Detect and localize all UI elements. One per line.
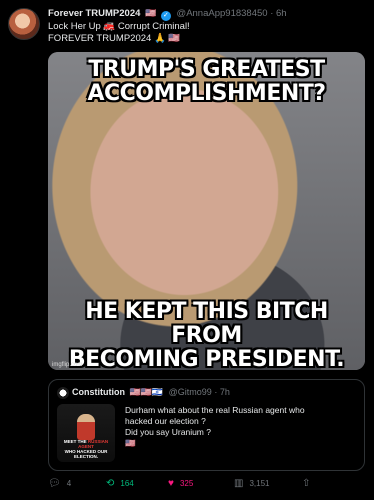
heart-icon: ♥ bbox=[168, 478, 174, 489]
quoted-flags: 🇺🇸🇺🇸🇮🇱 bbox=[129, 387, 164, 397]
display-name[interactable]: Forever TRUMP2024 bbox=[48, 8, 140, 19]
quoted-text-line: hacked our election ? bbox=[125, 416, 206, 426]
views-count: 3,151 bbox=[249, 479, 270, 488]
retweet-icon: ⟲ bbox=[106, 478, 115, 489]
timestamp[interactable]: 6h bbox=[276, 8, 287, 19]
tweet-text-line: FOREVER TRUMP2024 🙏 🇺🇸 bbox=[48, 33, 181, 44]
tweet[interactable]: Forever TRUMP2024 🇺🇸 ✓ @AnnaApp91838450 … bbox=[0, 0, 374, 500]
meme-caption-line: ACCOMPLISHMENT? bbox=[87, 81, 326, 106]
meme-bottom-caption: HE KEPT THIS BITCH FROM BECOMING PRESIDE… bbox=[48, 299, 365, 371]
views-icon: ▥ bbox=[234, 478, 244, 489]
handle[interactable]: @AnnaApp91838450 bbox=[177, 8, 268, 19]
separator-dot: · bbox=[270, 8, 274, 19]
separator-dot: · bbox=[214, 387, 218, 397]
quoted-text-line: Did you say Uranium ? bbox=[125, 427, 211, 437]
quoted-timestamp[interactable]: 7h bbox=[220, 387, 230, 397]
like-count: 325 bbox=[179, 479, 194, 488]
avatar[interactable] bbox=[8, 8, 40, 40]
quoted-tweet[interactable]: Constitution 🇺🇸🇺🇸🇮🇱 @Gitmo99 · 7h MEET T… bbox=[48, 379, 365, 471]
views-button[interactable]: ▥ 3,151 bbox=[234, 478, 269, 489]
meme-caption-line: HE KEPT THIS BITCH FROM bbox=[85, 299, 328, 348]
share-button[interactable]: ⇧ bbox=[302, 478, 310, 489]
thumbnail-caption: MEET THE RUSSIAN AGENT WHO HACKED OUR EL… bbox=[57, 439, 115, 459]
action-bar: 💬︎ 4 ⟲ 164 ♥ 325 ▥ 3,151 ⇧ bbox=[48, 478, 358, 492]
tweet-header: Forever TRUMP2024 🇺🇸 ✓ @AnnaApp91838450 … bbox=[48, 8, 366, 22]
retweet-count: 164 bbox=[120, 479, 134, 488]
image-watermark: imgflip.com bbox=[52, 362, 83, 368]
quoted-text: Durham what about the real Russian agent… bbox=[125, 405, 305, 449]
reply-button[interactable]: 💬︎ 4 bbox=[48, 478, 71, 489]
thumbnail-figure bbox=[77, 414, 95, 440]
share-icon: ⇧ bbox=[302, 478, 311, 489]
quoted-text-line: Durham what about the real Russian agent… bbox=[125, 405, 305, 415]
quoted-display-name[interactable]: Constitution bbox=[72, 387, 125, 397]
quoted-handle[interactable]: @Gitmo99 bbox=[169, 387, 212, 397]
tweet-text-line: Lock Her Up 🚒 Corrupt Criminal! bbox=[48, 21, 190, 32]
quoted-avatar[interactable] bbox=[57, 387, 69, 399]
meme-top-caption: TRUMP'S GREATEST ACCOMPLISHMENT? bbox=[48, 58, 365, 106]
reply-icon: 💬︎ bbox=[48, 478, 61, 489]
thumbnail-caption-text: WHO HACKED OUR ELECTION. bbox=[64, 449, 108, 459]
tweet-text: Lock Her Up 🚒 Corrupt Criminal! FOREVER … bbox=[48, 21, 190, 45]
like-button[interactable]: ♥ 325 bbox=[168, 478, 193, 489]
meme-caption-line: TRUMP'S GREATEST bbox=[88, 57, 325, 82]
flag-emoji: 🇺🇸 bbox=[145, 8, 157, 18]
quoted-header: Constitution 🇺🇸🇺🇸🇮🇱 @Gitmo99 · 7h bbox=[72, 387, 230, 398]
meme-caption-line: BECOMING PRESIDENT. bbox=[68, 347, 345, 371]
quoted-image[interactable]: MEET THE RUSSIAN AGENT WHO HACKED OUR EL… bbox=[57, 404, 115, 462]
reply-count: 4 bbox=[66, 479, 72, 488]
verified-badge-icon: ✓ bbox=[160, 11, 171, 21]
quoted-text-line: 🇺🇸 bbox=[125, 438, 136, 448]
retweet-button[interactable]: ⟲ 164 bbox=[106, 478, 134, 489]
tweet-image[interactable]: TRUMP'S GREATEST ACCOMPLISHMENT? HE KEPT… bbox=[48, 52, 365, 370]
